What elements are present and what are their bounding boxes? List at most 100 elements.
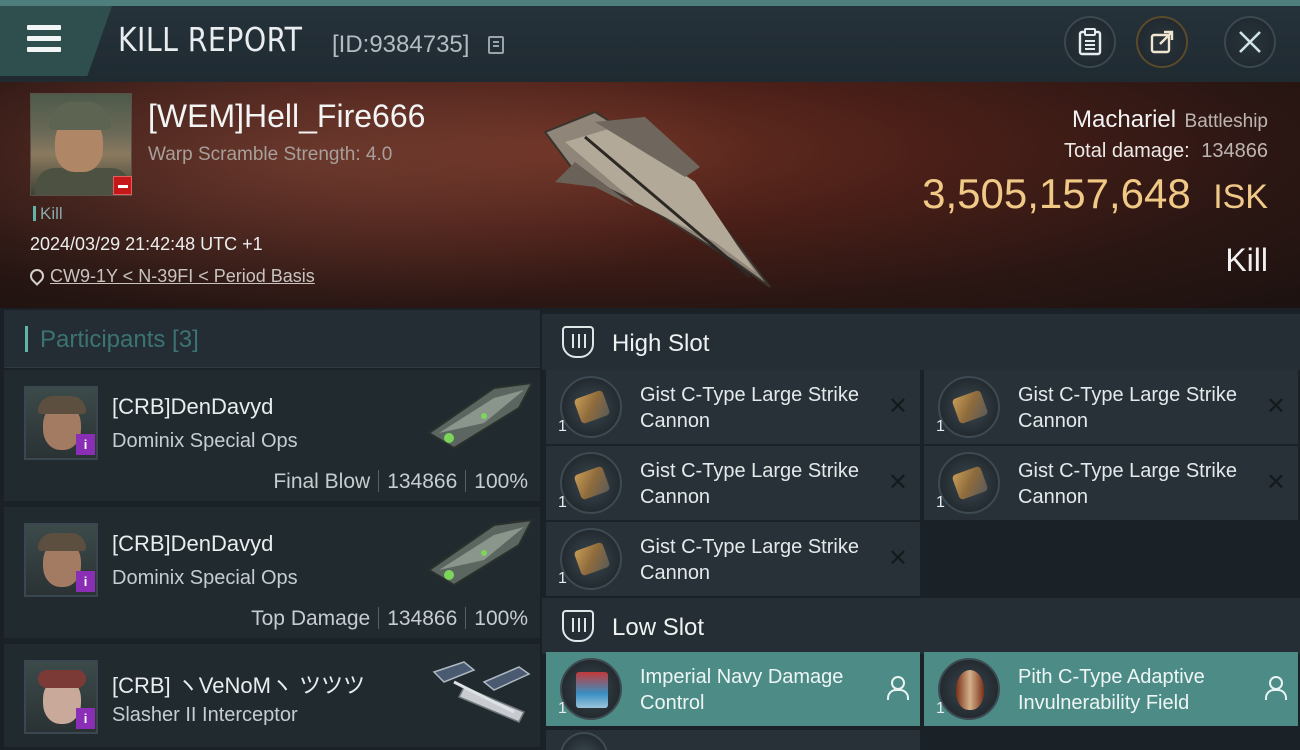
victim-ship-name: Machariel (1072, 106, 1177, 133)
destroyed-x-icon: ✕ (1265, 468, 1286, 496)
result-label: Kill (1225, 242, 1268, 278)
module-name: Imperial Navy Damage Control (640, 666, 844, 714)
module-name: Gist C-Type Large Strike Cannon (640, 384, 859, 432)
module-quantity: 1 (558, 570, 567, 587)
total-damage-label: Total damage: (1064, 140, 1190, 162)
participant-damage: 134866 (387, 470, 458, 493)
destroyed-x-icon: ✕ (887, 544, 908, 572)
module-name: Pith C-Type Adaptive Invulnerability Fie… (1018, 666, 1205, 714)
cannon-module-icon (560, 452, 622, 514)
participant-name: [CRB]DenDavyd (112, 531, 274, 556)
cannon-module-icon (938, 452, 1000, 514)
participant-damage: 134866 (387, 607, 458, 630)
participant-row[interactable]: i [CRB] ヽVeNoMヽ ツツツ Slasher II Intercept… (4, 644, 540, 750)
corp-badge-icon: i (76, 434, 95, 455)
cannon-module-icon (938, 376, 1000, 438)
low-slot-icon (562, 610, 594, 642)
destroyed-x-icon: ✕ (887, 392, 908, 420)
module-item[interactable]: 1 Gist C-Type Large Strike Cannon ✕ (924, 370, 1298, 444)
participant-role: Top Damage (251, 607, 371, 630)
participant-row[interactable]: i [CRB]DenDavyd Dominix Special Ops Fina… (4, 370, 540, 504)
location-pin-icon (27, 266, 47, 286)
clipboard-icon (1078, 28, 1102, 56)
low-slot-label: Low Slot (612, 614, 705, 641)
module-quantity: 1 (558, 700, 567, 717)
report-id: [ID:9384735] (332, 31, 470, 58)
isk-value: 3,505,157,648 (922, 170, 1191, 217)
participant-name: [CRB] ヽVeNoMヽ ツツツ (112, 673, 366, 698)
cannon-module-icon (560, 528, 622, 590)
share-icon (1150, 30, 1174, 54)
isk-unit: ISK (1213, 178, 1268, 216)
module-item[interactable]: 1 Gist C-Type Large Strike Cannon ✕ (546, 522, 920, 596)
module-item[interactable]: 1 Imperial Navy Damage Control (546, 652, 920, 726)
close-icon (1239, 31, 1261, 53)
copy-icon[interactable] (488, 36, 504, 54)
cannon-module-icon (560, 376, 622, 438)
hamburger-icon (27, 25, 61, 53)
hostile-standing-badge (113, 176, 132, 195)
victim-ship-class: Battleship (1184, 111, 1268, 132)
dropped-person-icon (886, 676, 909, 700)
high-slot-header: High Slot (542, 314, 1300, 370)
participant-ship-image (427, 381, 534, 450)
close-button[interactable] (1224, 16, 1276, 68)
module-item[interactable]: 1 Gist C-Type Large Strike Cannon ✕ (546, 446, 920, 520)
low-slot-header: Low Slot (542, 598, 1300, 654)
participant-percent: 100% (474, 607, 528, 630)
victim-name[interactable]: [WEM]Hell_Fire666 (148, 98, 425, 135)
participant-row[interactable]: i [CRB]DenDavyd Dominix Special Ops Top … (4, 507, 540, 641)
warp-scramble-strength: Warp Scramble Strength: 4.0 (148, 144, 393, 165)
participant-role: Final Blow (273, 470, 371, 493)
participant-percent: 100% (474, 470, 528, 493)
participant-ship: Dominix Special Ops (112, 430, 298, 452)
participants-panel: Participants [3] i [CRB]DenDavyd Dominix… (4, 310, 540, 750)
participant-stats: Top Damage 134866 100% (251, 607, 528, 631)
module-quantity: 1 (936, 418, 945, 435)
victim-ship-image (543, 110, 771, 288)
dropped-person-icon (1264, 676, 1287, 700)
total-damage: Total damage: 134866 (1064, 140, 1268, 163)
module-quantity: 1 (936, 494, 945, 511)
corp-badge-icon: i (76, 708, 95, 729)
destroyed-x-icon: ✕ (887, 468, 908, 496)
participant-name: [CRB]DenDavyd (112, 394, 274, 419)
total-damage-value: 134866 (1201, 140, 1268, 162)
participants-title: Participants [3] (40, 326, 199, 353)
victim-ship: Machariel Battleship (1072, 106, 1268, 134)
corp-badge-icon: i (76, 571, 95, 592)
kill-location[interactable]: CW9-1Y < N-39FI < Period Basis (27, 266, 315, 287)
module-name: Gist C-Type Large Strike Cannon (640, 536, 859, 584)
location-link[interactable]: CW9-1Y < N-39FI < Period Basis (50, 266, 315, 286)
share-button[interactable] (1136, 16, 1188, 68)
destroyed-x-icon: ✕ (1265, 392, 1286, 420)
participant-stats: Final Blow 134866 100% (273, 470, 528, 494)
damage-control-module-icon (560, 658, 622, 720)
page-title: KILL REPORT (118, 20, 303, 59)
kill-tag: Kill (33, 204, 63, 224)
clipboard-button[interactable] (1064, 16, 1116, 68)
participants-header: Participants [3] (4, 310, 540, 368)
module-item[interactable]: 1 Pith C-Type Adaptive Invulnerability F… (924, 652, 1298, 726)
module-name: Gist C-Type Large Strike Cannon (640, 460, 859, 508)
victim-summary: [WEM]Hell_Fire666 Warp Scramble Strength… (0, 82, 1300, 308)
participant-ship-image (427, 518, 534, 587)
module-quantity: 1 (936, 700, 945, 717)
participant-ship: Slasher II Interceptor (112, 704, 298, 726)
isk-loss: 3,505,157,648 ISK (922, 170, 1268, 218)
shield-module-icon (938, 658, 1000, 720)
module-item-partial[interactable] (546, 730, 920, 750)
module-item[interactable]: 1 Gist C-Type Large Strike Cannon ✕ (924, 446, 1298, 520)
kill-datetime: 2024/03/29 21:42:48 UTC +1 (30, 234, 263, 254)
module-name: Gist C-Type Large Strike Cannon (1018, 460, 1237, 508)
fitting-panel: High Slot 1 Gist C-Type Large Strike Can… (542, 310, 1300, 750)
module-quantity: 1 (558, 418, 567, 435)
high-slot-label: High Slot (612, 330, 710, 357)
high-slot-icon (562, 326, 594, 358)
section-accent (25, 326, 28, 352)
module-item[interactable]: 1 Gist C-Type Large Strike Cannon ✕ (546, 370, 920, 444)
module-name: Gist C-Type Large Strike Cannon (1018, 384, 1237, 432)
module-icon (560, 732, 608, 750)
participant-ship-image (432, 661, 531, 723)
module-quantity: 1 (558, 494, 567, 511)
